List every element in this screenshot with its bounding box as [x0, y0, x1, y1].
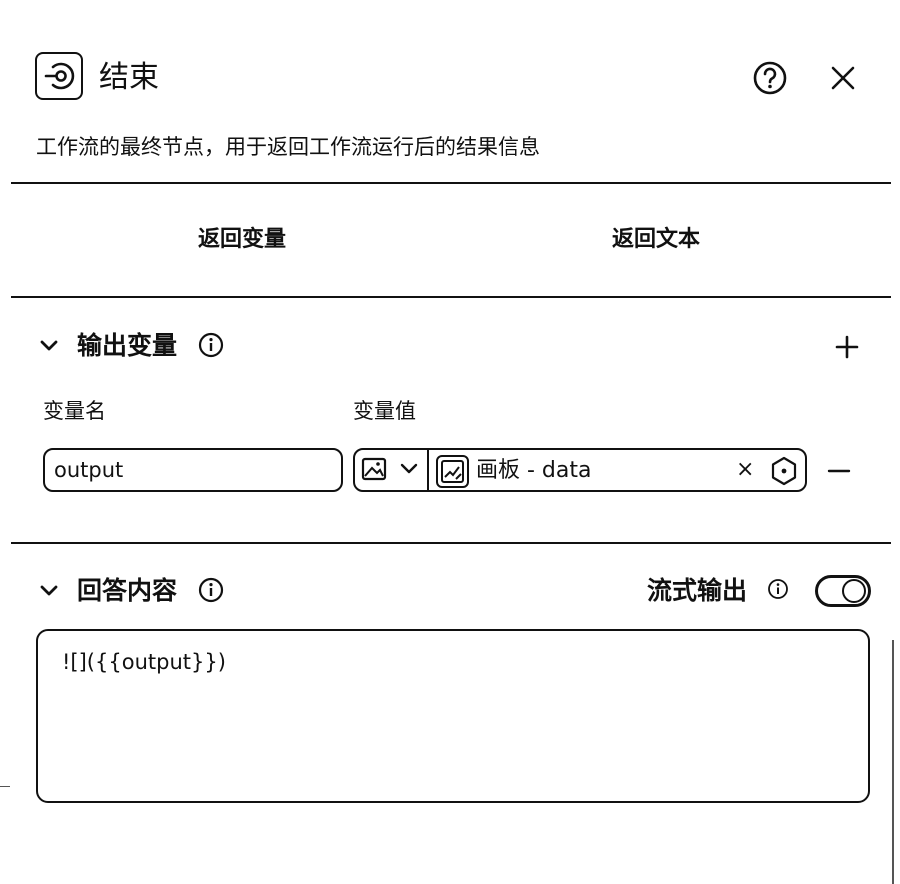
- canvas-edge-tick: [0, 786, 10, 787]
- info-icon[interactable]: [198, 577, 224, 603]
- minus-icon: [827, 469, 851, 473]
- variable-type-select[interactable]: [355, 450, 427, 490]
- plus-icon: [835, 335, 859, 359]
- stream-output-label: 流式输出: [647, 576, 748, 605]
- output-variables-title: 输出变量: [77, 331, 178, 360]
- chevron-down-icon: [400, 463, 418, 474]
- answer-content-text[interactable]: ![]({{output}}): [62, 647, 226, 677]
- remove-variable-button[interactable]: [826, 458, 852, 484]
- node-title: 结束: [99, 60, 159, 95]
- variable-reference-label: 画板 - data: [476, 458, 592, 483]
- canvas-edge: [892, 640, 894, 884]
- canvas-icon: [436, 455, 469, 488]
- variable-picker-icon[interactable]: [768, 455, 800, 487]
- answer-content-editor[interactable]: ![]({{output}}): [36, 629, 870, 803]
- chevron-down-icon[interactable]: [36, 578, 62, 604]
- help-icon[interactable]: [753, 61, 787, 95]
- column-label-value: 变量值: [353, 399, 416, 423]
- toggle-knob: [842, 579, 866, 603]
- tab-return-text[interactable]: 返回文本: [612, 222, 700, 258]
- answer-content-title: 回答内容: [77, 576, 178, 605]
- divider: [11, 296, 891, 298]
- close-icon[interactable]: [826, 61, 860, 95]
- info-icon[interactable]: [767, 578, 789, 600]
- end-node-icon: [35, 52, 83, 100]
- add-variable-button[interactable]: [833, 333, 861, 361]
- divider: [11, 542, 891, 544]
- field-separator: [427, 449, 429, 491]
- variable-name-input[interactable]: [45, 450, 334, 490]
- info-icon[interactable]: [198, 332, 224, 358]
- variable-name-field[interactable]: [43, 448, 343, 492]
- stream-output-toggle[interactable]: [815, 575, 871, 607]
- column-label-name: 变量名: [43, 399, 106, 423]
- chevron-down-icon[interactable]: [36, 333, 62, 359]
- tab-return-variables[interactable]: 返回变量: [198, 222, 286, 258]
- divider: [11, 182, 891, 184]
- image-icon: [361, 457, 387, 481]
- clear-reference-button[interactable]: ×: [736, 455, 754, 485]
- node-description: 工作流的最终节点，用于返回工作流运行后的结果信息: [36, 135, 540, 159]
